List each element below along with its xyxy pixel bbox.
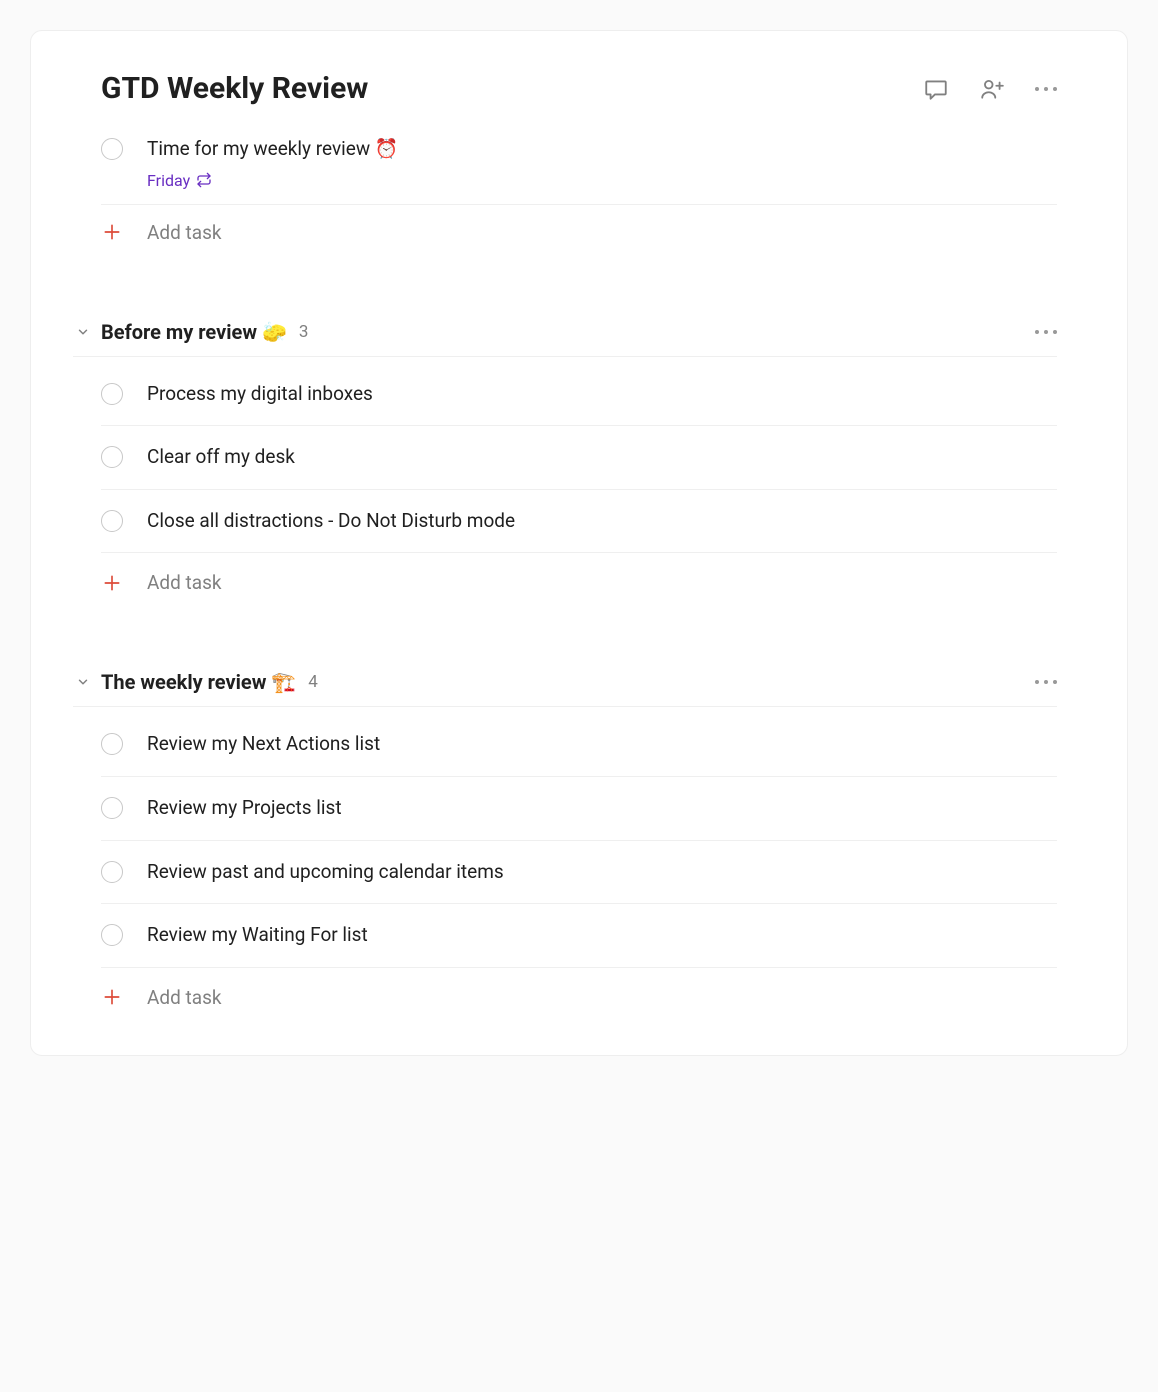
task-item[interactable]: Process my digital inboxes bbox=[101, 363, 1057, 427]
header-actions bbox=[923, 76, 1057, 102]
task-checkbox[interactable] bbox=[101, 383, 123, 405]
task-checkbox[interactable] bbox=[101, 861, 123, 883]
plus-icon bbox=[101, 221, 123, 243]
task-title: Time for my weekly review ⏰ bbox=[147, 136, 1057, 163]
section-more-icon[interactable] bbox=[1035, 330, 1057, 334]
task-title: Review my Next Actions list bbox=[147, 731, 1057, 758]
task-title: Close all distractions - Do Not Disturb … bbox=[147, 508, 1057, 535]
chevron-down-icon[interactable] bbox=[73, 322, 93, 342]
task-checkbox[interactable] bbox=[101, 510, 123, 532]
plus-icon bbox=[101, 572, 123, 594]
section-header: The weekly review 🏗️ 4 bbox=[73, 670, 1057, 707]
add-task-button[interactable]: Add task bbox=[101, 553, 1057, 610]
add-task-label: Add task bbox=[147, 986, 222, 1009]
task-checkbox[interactable] bbox=[101, 446, 123, 468]
task-title: Clear off my desk bbox=[147, 444, 1057, 471]
task-checkbox[interactable] bbox=[101, 733, 123, 755]
task-item[interactable]: Time for my weekly review ⏰ Friday bbox=[101, 136, 1057, 205]
section-title[interactable]: The weekly review 🏗️ bbox=[101, 670, 296, 694]
more-options-icon[interactable] bbox=[1035, 87, 1057, 91]
task-item[interactable]: Review past and upcoming calendar items bbox=[101, 841, 1057, 905]
task-item[interactable]: Close all distractions - Do Not Disturb … bbox=[101, 490, 1057, 554]
add-task-button[interactable]: Add task bbox=[101, 205, 1057, 260]
task-item[interactable]: Clear off my desk bbox=[101, 426, 1057, 490]
task-checkbox[interactable] bbox=[101, 138, 123, 160]
comment-icon[interactable] bbox=[923, 76, 949, 102]
add-task-label: Add task bbox=[147, 571, 222, 594]
task-meta[interactable]: Friday bbox=[147, 171, 1057, 190]
task-checkbox[interactable] bbox=[101, 924, 123, 946]
plus-icon bbox=[101, 986, 123, 1008]
task-title: Review my Projects list bbox=[147, 795, 1057, 822]
task-item[interactable]: Review my Next Actions list bbox=[101, 713, 1057, 777]
task-title: Review past and upcoming calendar items bbox=[147, 859, 1057, 886]
section-count: 3 bbox=[299, 322, 309, 342]
task-content: Time for my weekly review ⏰ Friday bbox=[147, 136, 1057, 190]
add-task-button[interactable]: Add task bbox=[101, 968, 1057, 1025]
section-header: Before my review 🧽 3 bbox=[73, 320, 1057, 357]
repeat-icon bbox=[196, 172, 212, 188]
section-count: 4 bbox=[308, 672, 318, 692]
section-more-icon[interactable] bbox=[1035, 680, 1057, 684]
project-title: GTD Weekly Review bbox=[101, 71, 368, 106]
project-card: GTD Weekly Review bbox=[30, 30, 1128, 1056]
share-icon[interactable] bbox=[979, 76, 1005, 102]
task-title: Review my Waiting For list bbox=[147, 922, 1057, 949]
task-item[interactable]: Review my Waiting For list bbox=[101, 904, 1057, 968]
task-date: Friday bbox=[147, 171, 190, 190]
section-task-list: Review my Next Actions list Review my Pr… bbox=[101, 713, 1057, 1024]
primary-task-list: Time for my weekly review ⏰ Friday bbox=[101, 136, 1057, 260]
section: Before my review 🧽 3 Process my digital … bbox=[101, 320, 1057, 611]
task-checkbox[interactable] bbox=[101, 797, 123, 819]
section-task-list: Process my digital inboxes Clear off my … bbox=[101, 363, 1057, 611]
task-title: Process my digital inboxes bbox=[147, 381, 1057, 408]
section: The weekly review 🏗️ 4 Review my Next Ac… bbox=[101, 670, 1057, 1024]
project-header: GTD Weekly Review bbox=[101, 71, 1057, 106]
section-title[interactable]: Before my review 🧽 bbox=[101, 320, 287, 344]
chevron-down-icon[interactable] bbox=[73, 672, 93, 692]
add-task-label: Add task bbox=[147, 221, 222, 244]
task-item[interactable]: Review my Projects list bbox=[101, 777, 1057, 841]
